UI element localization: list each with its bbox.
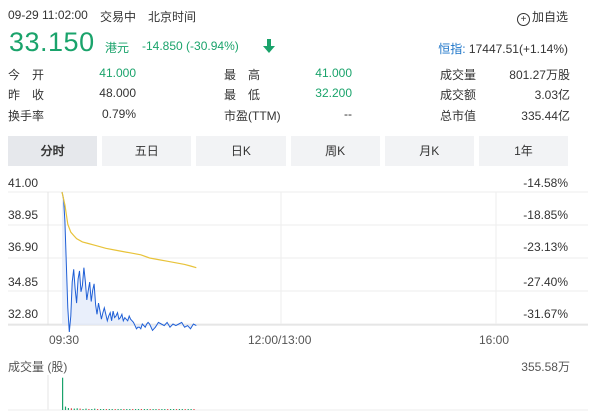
volume-bar <box>146 409 148 410</box>
volume-bar <box>158 409 160 410</box>
volume-bar <box>175 409 178 410</box>
volume-bar <box>149 409 151 410</box>
pct-tick-label: -23.13% <box>523 240 568 254</box>
volume-bar <box>190 409 192 410</box>
volume-bar <box>85 408 87 410</box>
volume-bar <box>73 408 75 410</box>
volume-bar <box>76 408 78 410</box>
intraday-chart <box>8 191 588 411</box>
pct-tick-label: -31.67% <box>523 307 568 321</box>
x-tick-label: 16:00 <box>479 333 510 347</box>
volume-bar <box>97 409 99 410</box>
volume-bar <box>187 409 189 410</box>
volume-bar <box>164 409 166 410</box>
volume-bar <box>181 409 183 410</box>
volume-bar <box>62 377 64 410</box>
x-tick-label: 12:00/13:00 <box>248 333 312 347</box>
volume-bar <box>140 409 142 410</box>
volume-bar <box>193 409 195 410</box>
volume-bar <box>126 409 128 410</box>
volume-bar <box>105 409 107 410</box>
volume-title: 成交量 (股) <box>8 360 68 374</box>
volume-bar <box>120 409 122 410</box>
volume-bar <box>152 409 154 410</box>
volume-bar <box>132 409 134 410</box>
volume-bar <box>135 409 137 410</box>
pct-tick-label: -18.85% <box>523 208 568 222</box>
y-tick-label: 34.85 <box>8 275 39 289</box>
volume-bar <box>178 409 180 410</box>
average-price-line <box>61 191 197 269</box>
volume-bar <box>64 406 67 410</box>
volume-bar <box>143 409 145 410</box>
volume-bar <box>111 409 113 410</box>
volume-bar <box>184 409 186 410</box>
volume-bar <box>137 409 140 410</box>
y-tick-label: 32.80 <box>8 307 39 321</box>
y-tick-label: 38.95 <box>8 208 39 222</box>
volume-bar <box>88 409 90 410</box>
volume-bar <box>108 409 110 410</box>
volume-bar <box>167 409 169 410</box>
volume-bar <box>117 409 119 410</box>
volume-bar <box>91 409 93 410</box>
volume-bar <box>102 409 105 410</box>
volume-max-label: 355.58万 <box>521 360 570 374</box>
pct-tick-label: -27.40% <box>523 275 568 289</box>
volume-bar <box>170 409 172 410</box>
volume-bar <box>70 408 72 410</box>
volume-bar <box>94 408 96 410</box>
x-tick-label: 09:30 <box>49 333 80 347</box>
volume-bar <box>155 409 157 410</box>
volume-bar <box>100 409 102 410</box>
price-area <box>62 192 197 332</box>
y-tick-label: 41.00 <box>8 176 39 190</box>
volume-bar <box>67 408 69 410</box>
volume-bar <box>161 409 163 410</box>
volume-bar <box>129 409 131 410</box>
volume-bar <box>82 409 84 410</box>
y-tick-label: 36.90 <box>8 240 39 254</box>
pct-tick-label: -14.58% <box>523 176 568 190</box>
volume-bar <box>123 409 125 410</box>
volume-bar <box>79 408 81 410</box>
volume-bar <box>173 409 175 410</box>
volume-bar <box>114 409 116 410</box>
